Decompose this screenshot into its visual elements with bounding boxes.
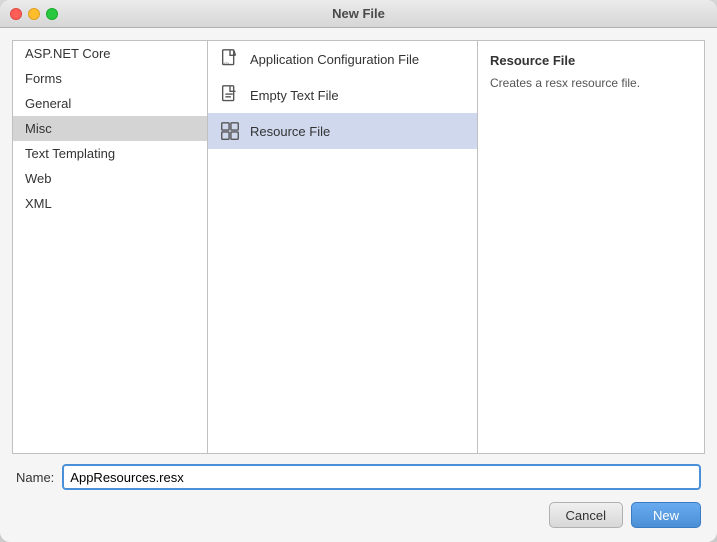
sidebar-item-xml[interactable]: XML <box>13 191 207 216</box>
minimize-button[interactable] <box>28 8 40 20</box>
file-item-label-resource-file: Resource File <box>250 124 330 139</box>
name-input[interactable] <box>62 464 701 490</box>
maximize-button[interactable] <box>46 8 58 20</box>
filetype-panel: </> Application Configuration File Empty… <box>207 40 477 454</box>
file-item-resource-file[interactable]: Resource File <box>208 113 477 149</box>
sidebar-item-text-templating[interactable]: Text Templating <box>13 141 207 166</box>
close-button[interactable] <box>10 8 22 20</box>
window-title: New File <box>332 6 385 21</box>
sidebar-item-web[interactable]: Web <box>13 166 207 191</box>
detail-title: Resource File <box>490 53 692 68</box>
file-item-app-config[interactable]: </> Application Configuration File <box>208 41 477 77</box>
sidebar-item-misc[interactable]: Misc <box>13 116 207 141</box>
window-controls <box>10 8 58 20</box>
bottom-area: Name: Cancel New <box>0 454 717 542</box>
new-button[interactable]: New <box>631 502 701 528</box>
category-panel: ASP.NET CoreFormsGeneralMiscText Templat… <box>12 40 207 454</box>
main-panels: ASP.NET CoreFormsGeneralMiscText Templat… <box>0 28 717 454</box>
content-area: ASP.NET CoreFormsGeneralMiscText Templat… <box>0 28 717 542</box>
sidebar-item-forms[interactable]: Forms <box>13 66 207 91</box>
text-icon <box>218 83 242 107</box>
detail-description: Creates a resx resource file. <box>490 74 692 92</box>
file-item-empty-text[interactable]: Empty Text File <box>208 77 477 113</box>
config-icon: </> <box>218 47 242 71</box>
description-panel: Resource File Creates a resx resource fi… <box>477 40 705 454</box>
sidebar-item-general[interactable]: General <box>13 91 207 116</box>
cancel-button[interactable]: Cancel <box>549 502 623 528</box>
name-label: Name: <box>16 470 54 485</box>
file-item-label-empty-text: Empty Text File <box>250 88 339 103</box>
name-row: Name: <box>16 464 701 490</box>
button-row: Cancel New <box>16 502 701 528</box>
file-item-label-app-config: Application Configuration File <box>250 52 419 67</box>
sidebar-item-asp-net-core[interactable]: ASP.NET Core <box>13 41 207 66</box>
svg-text:</>: </> <box>224 62 229 66</box>
resource-icon <box>218 119 242 143</box>
new-file-dialog: New File ASP.NET CoreFormsGeneralMiscTex… <box>0 0 717 542</box>
titlebar: New File <box>0 0 717 28</box>
